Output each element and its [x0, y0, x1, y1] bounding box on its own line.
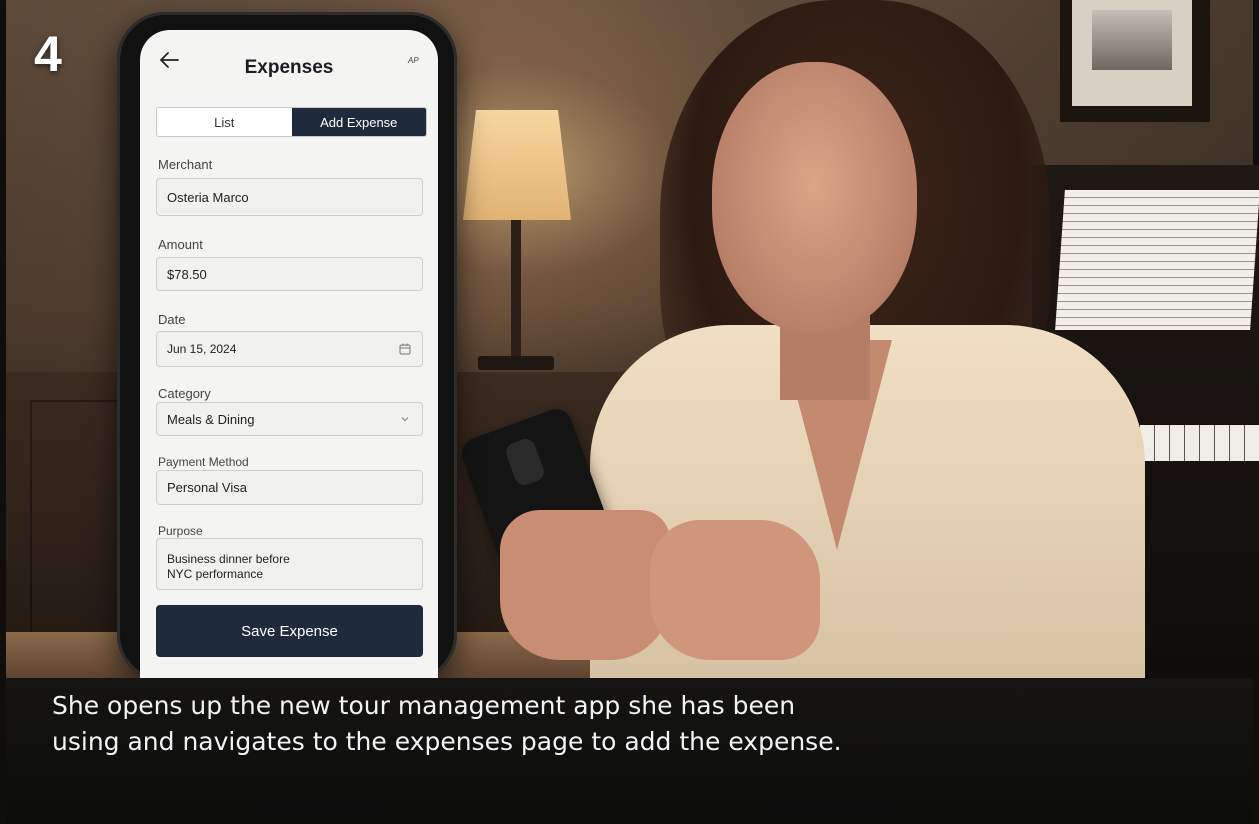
sheet-music — [1055, 190, 1259, 330]
storyboard-frame: 4 Expenses AP List Add Expense Merchant … — [0, 0, 1259, 824]
lamp-base — [478, 356, 554, 370]
woman-right-hand — [650, 520, 820, 660]
calendar-icon[interactable] — [398, 342, 412, 356]
app-header: Expenses AP — [140, 30, 438, 102]
save-expense-button[interactable]: Save Expense — [156, 605, 423, 657]
app-screen: Expenses AP List Add Expense Merchant Os… — [140, 30, 438, 678]
payment-method-label: Payment Method — [158, 455, 249, 469]
lamp-pole — [511, 220, 521, 358]
category-label: Category — [158, 386, 211, 401]
lamp-shade — [463, 110, 571, 220]
woman-left-hand — [500, 510, 670, 660]
caption-text: She opens up the new tour management app… — [52, 691, 842, 756]
amount-field[interactable]: $78.50 — [156, 257, 423, 291]
date-field[interactable]: Jun 15, 2024 — [156, 331, 423, 367]
tab-add-expense[interactable]: Add Expense — [291, 108, 426, 136]
amount-label: Amount — [158, 237, 203, 252]
tab-list[interactable]: List — [157, 108, 292, 136]
step-number: 4 — [34, 26, 62, 82]
merchant-field[interactable]: Osteria Marco — [156, 178, 423, 216]
segmented-tabs: List Add Expense — [156, 107, 427, 137]
header-mini-label: AP — [408, 56, 419, 65]
woman-face — [712, 62, 917, 332]
wall-picture-art — [1092, 10, 1172, 70]
date-label: Date — [158, 312, 186, 327]
date-value: Jun 15, 2024 — [167, 342, 237, 356]
purpose-label: Purpose — [158, 524, 203, 538]
chevron-down-icon[interactable] — [398, 412, 412, 426]
page-title: Expenses — [244, 57, 334, 78]
payment-method-field[interactable]: Personal Visa — [156, 470, 423, 505]
piano-keys — [1140, 425, 1259, 461]
category-value: Meals & Dining — [167, 411, 255, 427]
category-select[interactable]: Meals & Dining — [156, 402, 423, 436]
purpose-field[interactable]: Business dinner before NYC performance — [156, 538, 423, 590]
merchant-label: Merchant — [158, 157, 213, 172]
